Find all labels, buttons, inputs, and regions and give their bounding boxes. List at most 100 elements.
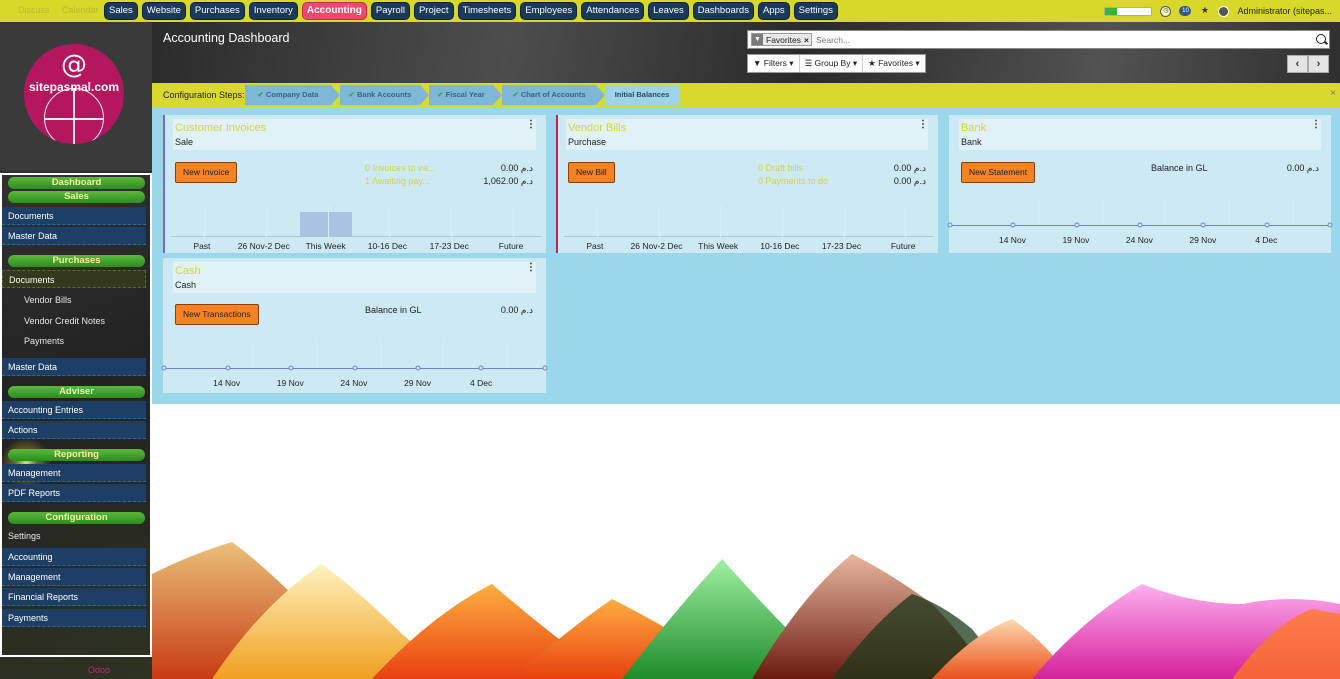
line-point[interactable] — [352, 365, 357, 371]
app-website[interactable]: Website — [141, 2, 186, 20]
card-title[interactable]: Vendor Bills — [568, 122, 626, 134]
search-bar[interactable]: ▼ Favorites × — [747, 30, 1330, 49]
app-employees[interactable]: Employees — [520, 2, 578, 20]
app-leaves[interactable]: Leaves — [648, 2, 689, 20]
app-apps[interactable]: Apps — [757, 2, 790, 20]
line-point[interactable] — [542, 365, 548, 371]
nav-item-calendar[interactable]: Calendar — [62, 5, 99, 15]
user-menu[interactable]: Administrator (sitepas... — [1237, 6, 1332, 16]
bar-3[interactable] — [361, 204, 413, 236]
sidebar-item-config-management[interactable]: Management — [2, 568, 146, 586]
bar-4[interactable] — [816, 204, 868, 236]
bar-5[interactable] — [485, 204, 537, 236]
previous-button[interactable]: ‹ — [1287, 55, 1308, 73]
sidebar-item-vendor-credit-notes[interactable]: Vendor Credit Notes — [2, 312, 146, 330]
new-statement-button[interactable]: New Statement — [961, 162, 1036, 183]
nav-item-discuss[interactable]: Discuss — [18, 5, 50, 15]
step-chart-of-accounts[interactable]: ✔ Chart of Accounts — [502, 85, 596, 105]
sidebar-item-management[interactable]: Management — [2, 464, 146, 482]
step-bank-accounts[interactable]: ✔ Bank Accounts — [340, 85, 420, 105]
search-icon[interactable] — [1316, 34, 1326, 44]
more-options-icon[interactable]: ⋮ — [526, 119, 536, 130]
draft-bills-link[interactable]: 0 Draft bills — [758, 163, 803, 173]
line-point[interactable] — [225, 365, 231, 371]
new-transactions-button[interactable]: New Transactions — [175, 304, 259, 325]
messages-badge[interactable]: 10 — [1179, 6, 1192, 16]
app-payroll[interactable]: Payroll — [370, 2, 410, 20]
invoices-to-validate-link[interactable]: 0 Invoices to va... — [365, 163, 435, 173]
sidebar-item-purchase-master-data[interactable]: Master Data — [2, 358, 146, 376]
sidebar-item-vendor-bills[interactable]: Vendor Bills — [2, 291, 146, 309]
line-point[interactable] — [288, 365, 294, 371]
more-options-icon[interactable]: ⋮ — [1311, 119, 1321, 130]
sidebar-item-settings[interactable]: Settings — [2, 527, 146, 545]
powered-by-odoo[interactable]: Odoo — [88, 665, 110, 675]
bar-1[interactable] — [238, 204, 290, 236]
line-point[interactable] — [1327, 222, 1333, 228]
sidebar-item-config-accounting[interactable]: Accounting — [2, 548, 146, 566]
awaiting-payment-link[interactable]: 1 Awaiting pay... — [365, 176, 430, 186]
card-title[interactable]: Cash — [175, 265, 201, 277]
bar-0[interactable] — [176, 204, 228, 236]
card-title[interactable]: Customer Invoices — [175, 122, 266, 134]
x-axis-label: Past — [193, 241, 211, 251]
sidebar-item-purchase-documents[interactable]: Documents — [2, 270, 146, 288]
line-point[interactable] — [1200, 222, 1206, 228]
balance-in-gl-amount: 0.00 د.م — [1286, 163, 1319, 173]
line-point[interactable] — [1010, 222, 1016, 228]
app-sales[interactable]: Sales — [104, 2, 138, 20]
sidebar-item-sales-master-data[interactable]: Master Data — [2, 227, 146, 245]
step-initial-balances[interactable]: Initial Balances — [605, 85, 679, 105]
app-settings[interactable]: Settings — [793, 2, 838, 20]
avatar[interactable] — [1218, 5, 1230, 17]
sidebar-item-accounting-entries[interactable]: Accounting Entries — [2, 401, 146, 419]
bar-0[interactable] — [569, 204, 621, 236]
line-point[interactable] — [947, 222, 953, 228]
remove-facet-icon[interactable]: × — [804, 35, 811, 45]
app-attendances[interactable]: Attendances — [581, 2, 645, 20]
sidebar-item-actions[interactable]: Actions — [2, 421, 146, 439]
sidebar-item-config-payments[interactable]: Payments — [2, 609, 146, 627]
line-point[interactable] — [1074, 222, 1080, 228]
sidebar-item-sales-documents[interactable]: Documents — [2, 207, 146, 225]
filters-dropdown[interactable]: ▼ Filters ▾ — [748, 55, 800, 72]
next-button[interactable]: › — [1308, 55, 1329, 73]
favorites-dropdown[interactable]: ★ Favorites ▾ — [863, 55, 925, 72]
step-fiscal-year[interactable]: ✔ Fiscal Year — [429, 85, 493, 105]
clock-icon[interactable]: ◷ — [1160, 5, 1172, 17]
bar-1[interactable] — [631, 204, 683, 236]
app-inventory[interactable]: Inventory — [248, 2, 298, 20]
star-icon[interactable]: ★ — [1199, 5, 1210, 17]
bar-2[interactable] — [299, 204, 352, 236]
sidebar-item-pdf-reports[interactable]: PDF Reports — [2, 484, 146, 502]
sidebar-item-vendor-payments[interactable]: Payments — [2, 332, 146, 350]
new-bill-button[interactable]: New Bill — [568, 162, 615, 183]
app-accounting[interactable]: Accounting — [301, 2, 367, 20]
line-point[interactable] — [1264, 222, 1270, 228]
card-title[interactable]: Bank — [961, 122, 986, 134]
app-timesheets[interactable]: Timesheets — [457, 2, 517, 20]
close-icon[interactable]: × — [1330, 88, 1336, 99]
line-point[interactable] — [1137, 222, 1143, 228]
more-options-icon[interactable]: ⋮ — [918, 119, 928, 130]
group-by-dropdown[interactable]: ☰ Group By ▾ — [800, 55, 864, 72]
bar-5[interactable] — [877, 204, 929, 236]
new-invoice-button[interactable]: New Invoice — [175, 162, 238, 183]
app-purchases[interactable]: Purchases — [189, 2, 245, 20]
step-company-data[interactable]: ✔ Company Data — [245, 85, 331, 105]
payments-to-do-link[interactable]: 0 Payments to do — [758, 176, 828, 186]
app-dashboards[interactable]: Dashboards — [692, 2, 754, 20]
bar-4[interactable] — [423, 204, 475, 236]
line-point[interactable] — [415, 365, 421, 371]
search-input[interactable] — [816, 33, 1296, 46]
bar-3[interactable] — [754, 204, 806, 236]
line-point[interactable] — [478, 365, 484, 371]
more-options-icon[interactable]: ⋮ — [526, 262, 536, 273]
app-project[interactable]: Project — [413, 2, 454, 20]
sidebar-section-dashboard[interactable]: Dashboard — [8, 177, 145, 189]
card-subtitle: Purchase — [568, 137, 607, 147]
line-point[interactable] — [161, 365, 167, 371]
sidebar-item-financial-reports[interactable]: Financial Reports — [2, 588, 146, 606]
bar-2[interactable] — [692, 204, 744, 236]
search-facet[interactable]: ▼ Favorites × — [751, 33, 812, 46]
